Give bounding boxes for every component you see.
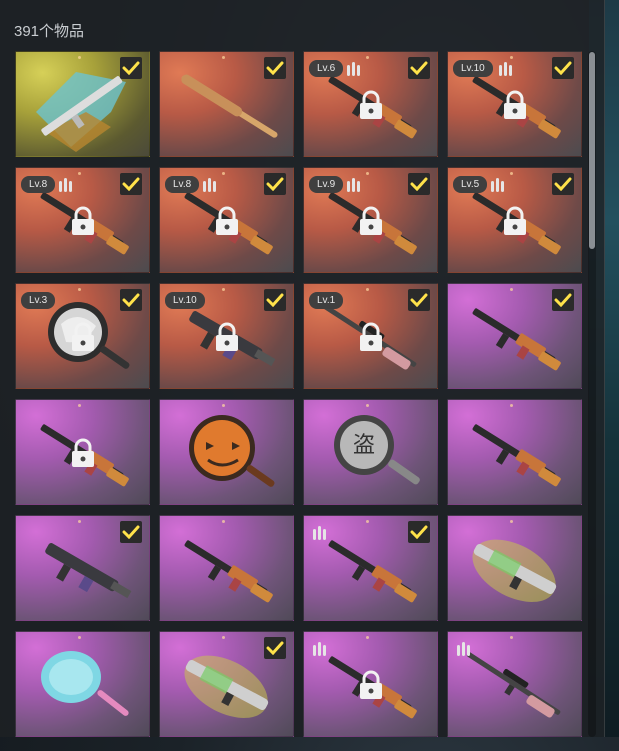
inventory-item[interactable] <box>159 399 294 505</box>
inventory-item[interactable]: Lv.8 <box>15 167 150 273</box>
ammo-icon <box>203 178 216 192</box>
svg-text:盗: 盗 <box>353 433 375 458</box>
level-badge: Lv.10 <box>165 292 205 309</box>
ammo-icon <box>313 526 326 540</box>
ammo-icon <box>347 62 360 76</box>
inventory-item[interactable]: Lv.8 <box>159 167 294 273</box>
inventory-item[interactable]: Lv.10 <box>447 51 582 157</box>
inventory-item[interactable] <box>303 631 438 737</box>
inventory-item[interactable]: 盗 <box>303 399 438 505</box>
checkmark-icon[interactable] <box>408 521 430 543</box>
ammo-icon <box>457 642 470 656</box>
checkmark-icon[interactable] <box>264 637 286 659</box>
checkmark-icon[interactable] <box>408 173 430 195</box>
inventory-panel: 391个物品 Lv.6 Lv.10 Lv.8 Lv.8 Lv.9 Lv.5 Lv.3 Lv.1… <box>0 0 605 737</box>
level-badge: Lv.1 <box>309 292 344 309</box>
lock-icon <box>216 206 238 235</box>
checkmark-icon[interactable] <box>264 289 286 311</box>
level-badge: Lv.10 <box>453 60 493 77</box>
level-badge: Lv.8 <box>165 176 200 193</box>
inventory-item[interactable] <box>15 399 150 505</box>
check-glyph-icon <box>410 61 428 75</box>
check-glyph-icon <box>554 293 572 307</box>
check-glyph-icon <box>410 293 428 307</box>
inventory-item[interactable] <box>15 515 150 621</box>
lock-icon <box>360 206 382 235</box>
inventory-item[interactable] <box>159 515 294 621</box>
lock-icon <box>72 438 94 467</box>
candy-pan-icon <box>41 651 129 716</box>
inventory-item[interactable] <box>447 631 582 737</box>
check-glyph-icon <box>410 525 428 539</box>
checkmark-icon[interactable] <box>120 289 142 311</box>
level-badge: Lv.3 <box>21 292 56 309</box>
inventory-item[interactable]: Lv.1 <box>303 283 438 389</box>
inventory-item[interactable] <box>159 51 294 157</box>
check-glyph-icon <box>410 177 428 191</box>
pumpkin-pan-icon <box>189 415 275 487</box>
checkmark-icon[interactable] <box>552 289 574 311</box>
inventory-item[interactable]: Lv.9 <box>303 167 438 273</box>
ammo-icon <box>347 178 360 192</box>
level-badge: Lv.8 <box>21 176 56 193</box>
rifle-icon <box>184 540 273 603</box>
scrollbar-thumb[interactable] <box>589 52 595 249</box>
inventory-item[interactable]: Lv.3 <box>15 283 150 389</box>
lock-icon <box>72 206 94 235</box>
check-glyph-icon <box>266 293 284 307</box>
level-badge: Lv.5 <box>453 176 488 193</box>
ammo-icon <box>499 62 512 76</box>
checkmark-icon[interactable] <box>408 289 430 311</box>
check-glyph-icon <box>266 641 284 655</box>
lock-icon <box>216 322 238 351</box>
inventory-item[interactable] <box>15 51 150 157</box>
inventory-item[interactable]: Lv.5 <box>447 167 582 273</box>
check-glyph-icon <box>122 61 140 75</box>
item-grid: Lv.6 Lv.10 Lv.8 Lv.8 Lv.9 Lv.5 Lv.3 Lv.10 Lv.1 盗 <box>15 51 585 751</box>
inventory-item[interactable]: Lv.6 <box>303 51 438 157</box>
lock-icon <box>360 90 382 119</box>
level-badge: Lv.9 <box>309 176 344 193</box>
inventory-item[interactable] <box>15 631 150 737</box>
lock-icon <box>72 322 94 351</box>
inventory-item[interactable] <box>303 515 438 621</box>
check-glyph-icon <box>122 177 140 191</box>
checkmark-icon[interactable] <box>408 57 430 79</box>
level-badge: Lv.6 <box>309 60 344 77</box>
item-count: 391个物品 <box>14 23 85 40</box>
inventory-item[interactable] <box>447 515 582 621</box>
emblem-pan-icon: 盗 <box>334 415 420 485</box>
inventory-item[interactable]: Lv.10 <box>159 283 294 389</box>
check-glyph-icon <box>266 61 284 75</box>
check-glyph-icon <box>122 293 140 307</box>
checkmark-icon[interactable] <box>552 57 574 79</box>
checkmark-icon[interactable] <box>120 57 142 79</box>
shotgun-icon <box>472 539 557 602</box>
ammo-icon <box>313 642 326 656</box>
ammo-icon <box>59 178 72 192</box>
lock-icon <box>360 322 382 351</box>
inventory-item[interactable] <box>447 283 582 389</box>
check-glyph-icon <box>122 525 140 539</box>
inventory-item[interactable] <box>159 631 294 737</box>
check-glyph-icon <box>266 177 284 191</box>
checkmark-icon[interactable] <box>264 57 286 79</box>
lock-icon <box>360 670 382 699</box>
lock-icon <box>504 206 526 235</box>
lock-icon <box>504 90 526 119</box>
inventory-item[interactable] <box>447 399 582 505</box>
checkmark-icon[interactable] <box>552 173 574 195</box>
rifle-icon <box>472 424 561 487</box>
check-glyph-icon <box>554 177 572 191</box>
check-glyph-icon <box>554 61 572 75</box>
checkmark-icon[interactable] <box>120 173 142 195</box>
checkmark-icon[interactable] <box>120 521 142 543</box>
checkmark-icon[interactable] <box>264 173 286 195</box>
ammo-icon <box>491 178 504 192</box>
